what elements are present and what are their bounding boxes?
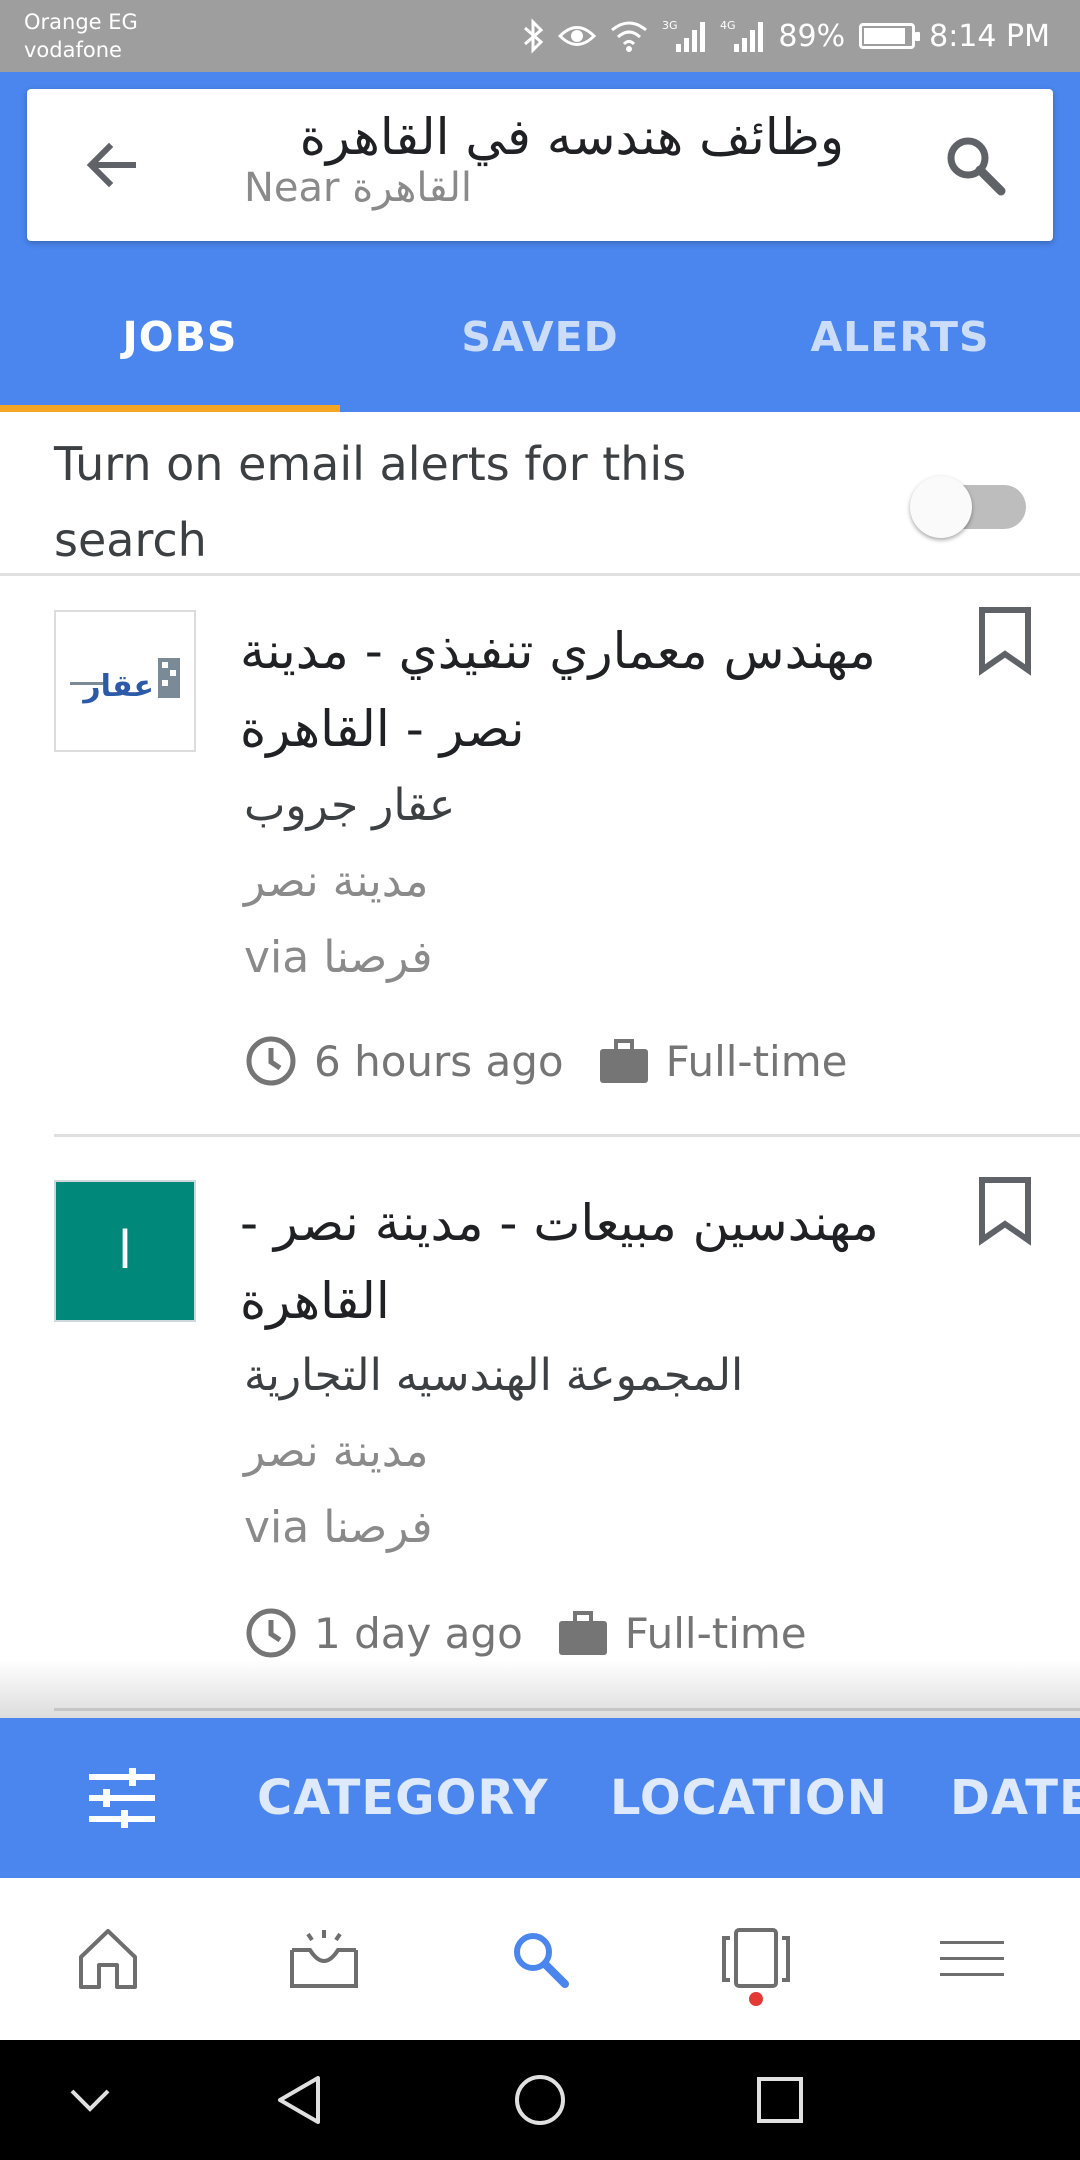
- job-divider: [54, 1134, 1080, 1137]
- search-location[interactable]: Near القاهرة: [244, 163, 472, 213]
- status-icons: 3G 4G 89% 8:14 PM: [522, 14, 1050, 58]
- filter-bar-shadow: [0, 1660, 1080, 1720]
- company-logo-text: عقار: [81, 669, 154, 704]
- filter-category[interactable]: CATEGORY: [257, 1768, 548, 1828]
- system-recents-button[interactable]: [740, 2060, 820, 2140]
- toggle-knob: [910, 476, 972, 538]
- carrier-line-2: vodafone: [24, 38, 122, 62]
- briefcase-icon: [557, 1609, 609, 1657]
- system-hide-button[interactable]: [50, 2060, 130, 2140]
- job-title[interactable]: مهندس معماري تنفيذي - مدينة نصر - القاهر…: [240, 612, 920, 768]
- job-card[interactable]: عقار مهندس معماري تنفيذي - مدينة نصر - ا…: [0, 576, 1080, 1136]
- job-source: via فرصنا: [244, 1502, 433, 1553]
- tab-saved[interactable]: SAVED: [360, 262, 720, 412]
- nav-search[interactable]: [432, 1878, 648, 2040]
- circle-home-icon: [515, 2075, 565, 2125]
- tab-alerts[interactable]: ALERTS: [720, 262, 1080, 412]
- bottom-navigation: [0, 1878, 1080, 2040]
- email-alert-text: Turn on email alerts for this search: [54, 437, 687, 567]
- email-alert-row: Turn on email alerts for this search: [0, 412, 1080, 576]
- nav-inbox[interactable]: [216, 1878, 432, 2040]
- battery-icon: [859, 23, 921, 49]
- menu-icon: [940, 1941, 1004, 1976]
- notification-dot: [749, 1992, 763, 2006]
- carrier-line-1: Orange EG: [24, 10, 138, 34]
- job-company: المجموعة الهندسيه التجارية: [244, 1350, 744, 1401]
- save-job-button[interactable]: [970, 1176, 1040, 1256]
- network-2-label: 4G: [720, 19, 736, 32]
- tab-jobs[interactable]: JOBS: [0, 262, 360, 412]
- nav-applications[interactable]: [648, 1878, 864, 2040]
- tune-icon: [89, 1768, 155, 1828]
- system-home-button[interactable]: [500, 2060, 580, 2140]
- job-company: عقار جروب: [244, 780, 456, 831]
- company-logo: ا: [54, 1180, 196, 1322]
- job-location: مدينة نصر: [244, 1426, 429, 1477]
- bluetooth-icon: [522, 18, 544, 54]
- carrier-info: Orange EG vodafone: [24, 8, 138, 64]
- filter-location[interactable]: LOCATION: [610, 1768, 888, 1828]
- job-source: via فرصنا: [244, 932, 433, 983]
- square-recents-icon: [757, 2077, 803, 2123]
- search-icon: [514, 1933, 569, 1988]
- company-logo: عقار: [54, 610, 196, 752]
- nav-home[interactable]: [0, 1878, 216, 2040]
- search-box[interactable]: وظائف هندسه في القاهرة Near القاهرة: [27, 89, 1053, 241]
- inbox-sunrise-icon: [290, 1930, 358, 1988]
- home-icon: [79, 1929, 137, 1989]
- status-bar: Orange EG vodafone 3G 4G 89% 8:14 PM: [0, 0, 1080, 72]
- nav-menu[interactable]: [864, 1878, 1080, 2040]
- search-query[interactable]: وظائف هندسه في القاهرة: [244, 107, 844, 167]
- status-time: 8:14 PM: [929, 18, 1050, 54]
- eye-icon: [558, 21, 597, 51]
- bookmark-icon: [979, 607, 1031, 676]
- filter-bar: CATEGORY LOCATION DATE: [0, 1718, 1080, 1878]
- chevron-down-icon: [70, 2089, 110, 2112]
- search-icon: [947, 137, 1006, 196]
- search-button[interactable]: [937, 127, 1013, 203]
- tab-saved-label: SAVED: [461, 313, 619, 361]
- system-navigation-bar: [0, 2040, 1080, 2160]
- tab-alerts-label: ALERTS: [810, 313, 990, 361]
- email-alert-toggle[interactable]: [910, 472, 1034, 538]
- signal-4g-icon: 4G: [720, 18, 764, 54]
- tab-jobs-label: JOBS: [122, 313, 238, 361]
- clock-icon: [244, 1034, 298, 1088]
- app-header: وظائف هندسه في القاهرة Near القاهرة JOBS…: [0, 72, 1080, 412]
- job-card[interactable]: ا مهندسين مبيعات - مدينة نصر - القاهرة ا…: [0, 1146, 1080, 1706]
- triangle-back-icon: [278, 2076, 320, 2124]
- filter-settings-button[interactable]: [82, 1762, 162, 1834]
- back-button[interactable]: [75, 129, 147, 201]
- signal-3g-icon: 3G: [662, 18, 706, 54]
- network-1-label: 3G: [662, 19, 678, 32]
- battery-percent: 89%: [778, 18, 846, 54]
- job-type: Full-time: [665, 1036, 848, 1086]
- wifi-icon: [610, 20, 648, 52]
- job-location: مدينة نصر: [244, 856, 429, 907]
- job-type: Full-time: [624, 1608, 807, 1658]
- clock-icon: [244, 1606, 298, 1660]
- battery-level: [864, 28, 906, 44]
- tab-bar: JOBS SAVED ALERTS: [0, 262, 1080, 412]
- job-posted: 6 hours ago: [314, 1036, 564, 1086]
- system-back-button[interactable]: [260, 2060, 340, 2140]
- tab-indicator: [0, 405, 340, 412]
- company-logo-text: ا: [117, 1221, 133, 1281]
- save-job-button[interactable]: [970, 606, 1040, 686]
- job-meta: 6 hours ago Full-time: [244, 1031, 847, 1091]
- filter-date[interactable]: DATE: [950, 1768, 1080, 1828]
- briefcase-icon: [598, 1037, 650, 1085]
- stacked-cards-icon: [722, 1928, 790, 1988]
- arrow-back-icon: [86, 142, 136, 188]
- job-posted: 1 day ago: [314, 1608, 523, 1658]
- bookmark-icon: [979, 1177, 1031, 1246]
- job-title[interactable]: مهندسين مبيعات - مدينة نصر - القاهرة: [240, 1184, 920, 1340]
- job-meta: 1 day ago Full-time: [244, 1603, 807, 1663]
